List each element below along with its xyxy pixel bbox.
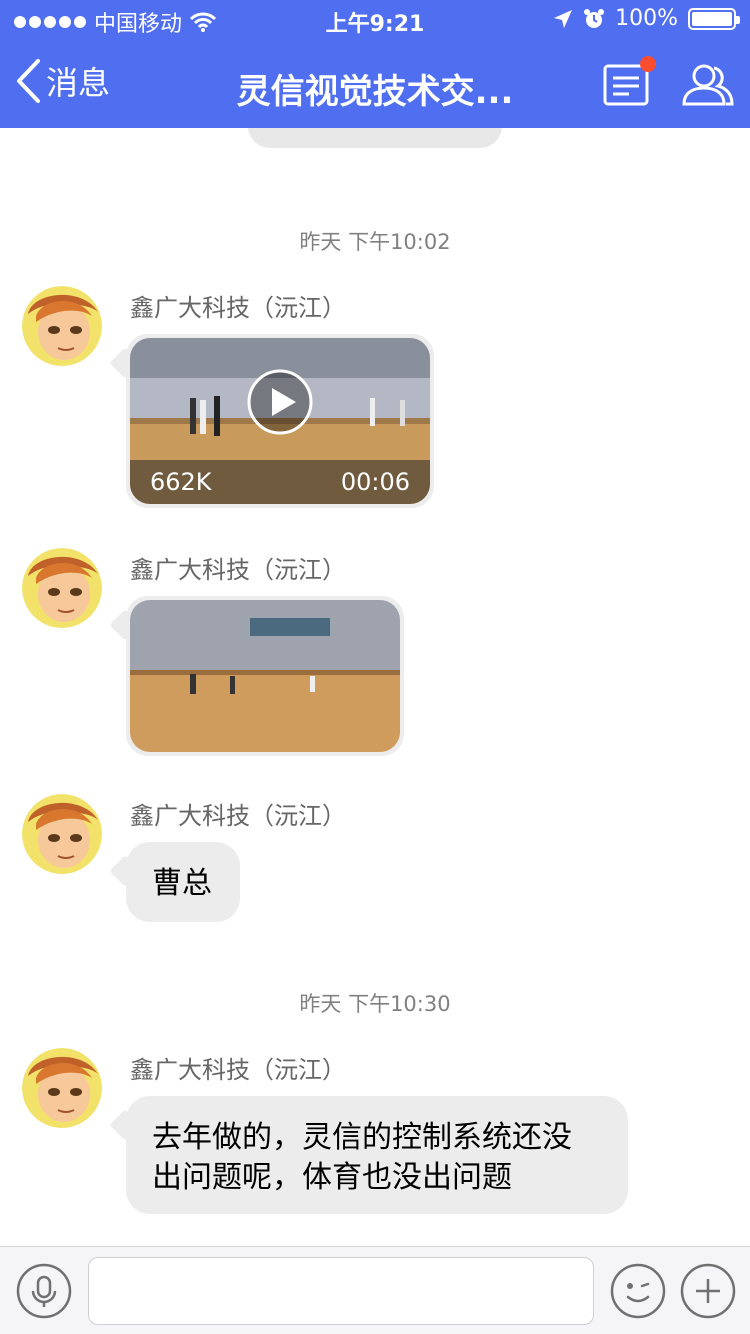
nav-bar: 消息 灵信视觉技术交... <box>0 44 750 128</box>
message-input[interactable] <box>88 1257 594 1325</box>
group-members-button[interactable] <box>680 60 736 110</box>
alarm-icon <box>584 8 605 28</box>
video-message[interactable]: 662K 00:06 <box>126 334 434 508</box>
video-duration: 00:06 <box>340 468 410 496</box>
sender-name: 鑫广大科技（沅江） <box>130 1056 346 1084</box>
sender-name: 鑫广大科技（沅江） <box>130 556 346 584</box>
image-thumbnail <box>130 600 400 752</box>
avatar[interactable] <box>22 548 102 628</box>
header: 中国移动 上午9:21 100% 消息 灵信视觉技术交... <box>0 0 750 128</box>
input-bar <box>0 1246 750 1334</box>
status-bar: 中国移动 上午9:21 100% <box>0 0 750 40</box>
notice-board-button[interactable] <box>602 56 656 110</box>
location-arrow-icon <box>554 9 573 28</box>
avatar[interactable] <box>22 1048 102 1128</box>
video-thumbnail: 662K 00:06 <box>130 338 430 504</box>
notice-badge-dot <box>640 56 656 72</box>
message-text: 曹总 <box>152 866 212 901</box>
group-members-icon <box>682 64 734 106</box>
text-message-bubble[interactable]: 去年做的，灵信的控制系统还没 出问题呢，体育也没出问题 <box>126 1096 628 1214</box>
sender-name: 鑫广大科技（沅江） <box>130 802 346 830</box>
message-text-line: 去年做的，灵信的控制系统还没 <box>152 1120 572 1155</box>
plus-icon[interactable] <box>680 1263 736 1319</box>
chat-area[interactable]: 昨天 下午10:02 鑫广大科技（沅江） 662K 00:06 鑫广大科技（沅江… <box>0 128 750 1246</box>
system-notice-pill <box>248 128 502 148</box>
sender-name: 鑫广大科技（沅江） <box>130 294 346 322</box>
avatar[interactable] <box>22 794 102 874</box>
video-file-size: 662K <box>150 468 212 496</box>
microphone-icon[interactable] <box>16 1263 72 1319</box>
play-icon[interactable] <box>246 368 314 436</box>
emoji-icon[interactable] <box>610 1263 666 1319</box>
message-timestamp: 昨天 下午10:30 <box>299 992 451 1016</box>
image-message[interactable] <box>126 596 404 756</box>
video-info-bar: 662K 00:06 <box>130 460 430 504</box>
message-timestamp: 昨天 下午10:02 <box>299 230 451 254</box>
avatar[interactable] <box>22 286 102 366</box>
battery-icon <box>688 7 740 30</box>
text-message-bubble[interactable]: 曹总 <box>126 842 240 922</box>
battery-percent: 100% <box>615 6 678 31</box>
message-text-line: 出问题呢，体育也没出问题 <box>152 1160 512 1195</box>
